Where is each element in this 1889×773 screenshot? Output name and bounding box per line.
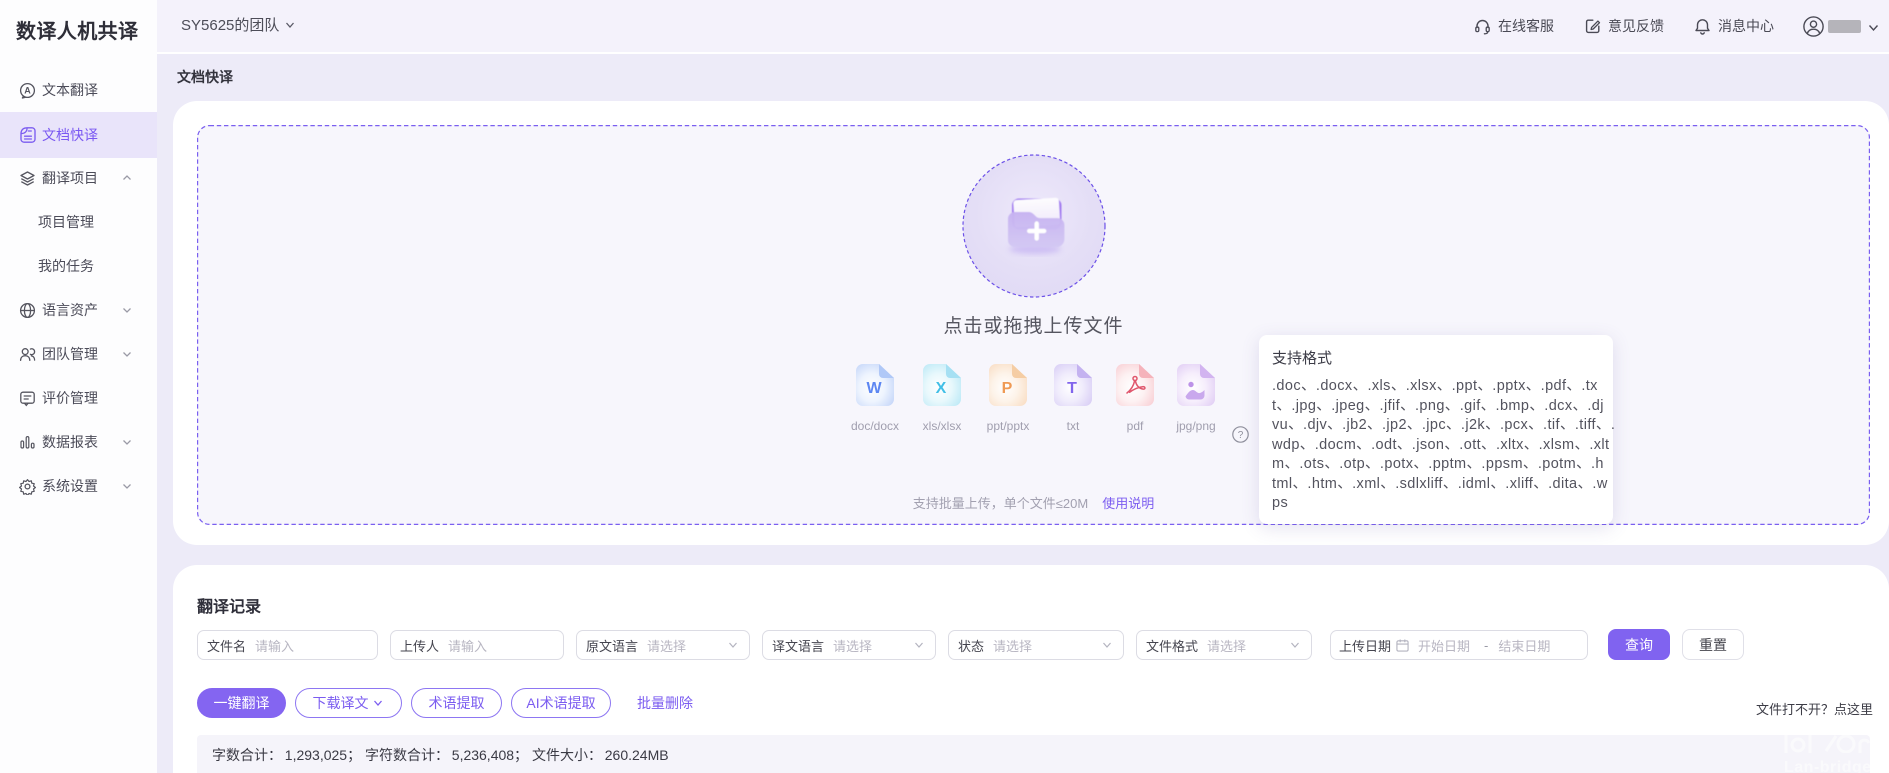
svg-text:T: T [1067,380,1077,397]
svg-text:P: P [1002,380,1013,397]
svg-text:A: A [24,85,31,95]
svg-text:W: W [866,380,882,397]
svg-text:X: X [936,380,947,397]
svg-text:?: ? [1238,430,1244,441]
